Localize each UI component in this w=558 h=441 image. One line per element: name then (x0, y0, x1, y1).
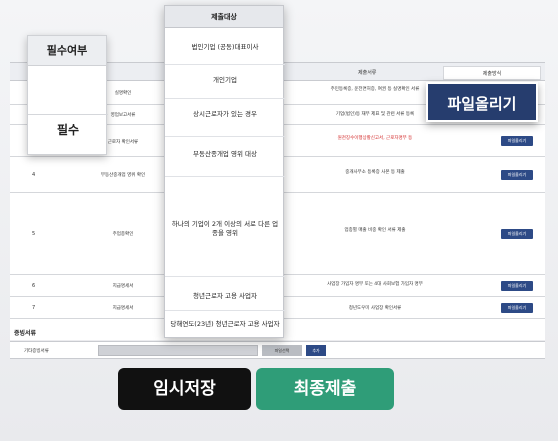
target-item: 하나의 기업이 2개 이상의 서로 다른 업종을 영위 (171, 220, 279, 237)
upload-button[interactable]: 파일올리기 (501, 170, 533, 180)
upload-button[interactable]: 파일올리기 (501, 136, 533, 146)
row-number: 6 (32, 283, 36, 289)
evidence-row: 기타증빙서류 파일선택 추가 (10, 341, 545, 359)
divider (165, 64, 285, 65)
row-desc: 사업장 가입자 명부 또는 4대 사회보험 가입자 명부 (327, 282, 423, 287)
required-value: 필수 (56, 123, 80, 137)
row-number: 5 (32, 231, 36, 237)
target-item: 법인기업 (공동)대표이사 (191, 43, 259, 51)
target-item: 상시근로자가 있는 경우 (193, 110, 257, 118)
divider (165, 136, 285, 137)
col-header-documents: 제출서류 (358, 70, 377, 76)
target-item: 청년근로자 고용 사업자 (193, 292, 257, 300)
row-number: 4 (32, 172, 36, 178)
divider (165, 98, 285, 99)
submit-target-card: 제출대상 법인기업 (공동)대표이사 개인기업 상시근로자가 있는 경우 부동산… (164, 5, 285, 338)
divider (165, 176, 285, 177)
row-name: 부동산중개업 영위 확인 (100, 173, 146, 178)
divider (165, 310, 285, 311)
target-item: 개인기업 (213, 76, 237, 84)
target-item: 부동산종개업 영위 대상 (193, 150, 257, 158)
final-submit-button[interactable]: 최종제출 (256, 368, 394, 410)
temp-save-button[interactable]: 임시저장 (118, 368, 251, 410)
evidence-file-field[interactable] (98, 345, 258, 356)
upload-button[interactable]: 파일올리기 (501, 281, 533, 291)
required-card: 필수여부 필수 (27, 35, 108, 155)
submit-method-header: 제출방식 (443, 66, 541, 80)
row-desc: 중개사무소 등록증 사본 등 제출 (345, 170, 405, 175)
file-select-button[interactable]: 파일선택 (262, 345, 302, 356)
divider (28, 114, 108, 115)
evidence-title: 증빙서류 (14, 330, 37, 337)
row-desc: 업종별 매출 비중 확인 서류 제출 (344, 228, 406, 233)
required-header: 필수여부 (28, 36, 106, 66)
row-name: 지급명세서 (112, 284, 134, 289)
row-desc: 원천징수이행상황신고서, 근로자명부 등 (337, 136, 413, 141)
evidence-label: 기타증빙서류 (24, 349, 49, 354)
upload-button[interactable]: 파일올리기 (501, 303, 533, 313)
target-item: 당해연도(23년) 청년근로자 고용 사업자 (170, 320, 280, 328)
add-button[interactable]: 추가 (306, 345, 326, 356)
divider (165, 276, 285, 277)
upload-button[interactable]: 파일올리기 (501, 229, 533, 239)
row-desc: 청년도우미 사업장 확인서류 (348, 306, 402, 311)
upload-callout[interactable]: 파일올리기 (426, 82, 538, 122)
submit-target-header: 제출대상 (165, 6, 283, 28)
row-name: 지급명세서 (112, 306, 134, 311)
row-number: 7 (32, 305, 36, 311)
row-name: 주업종확인 (112, 232, 134, 237)
